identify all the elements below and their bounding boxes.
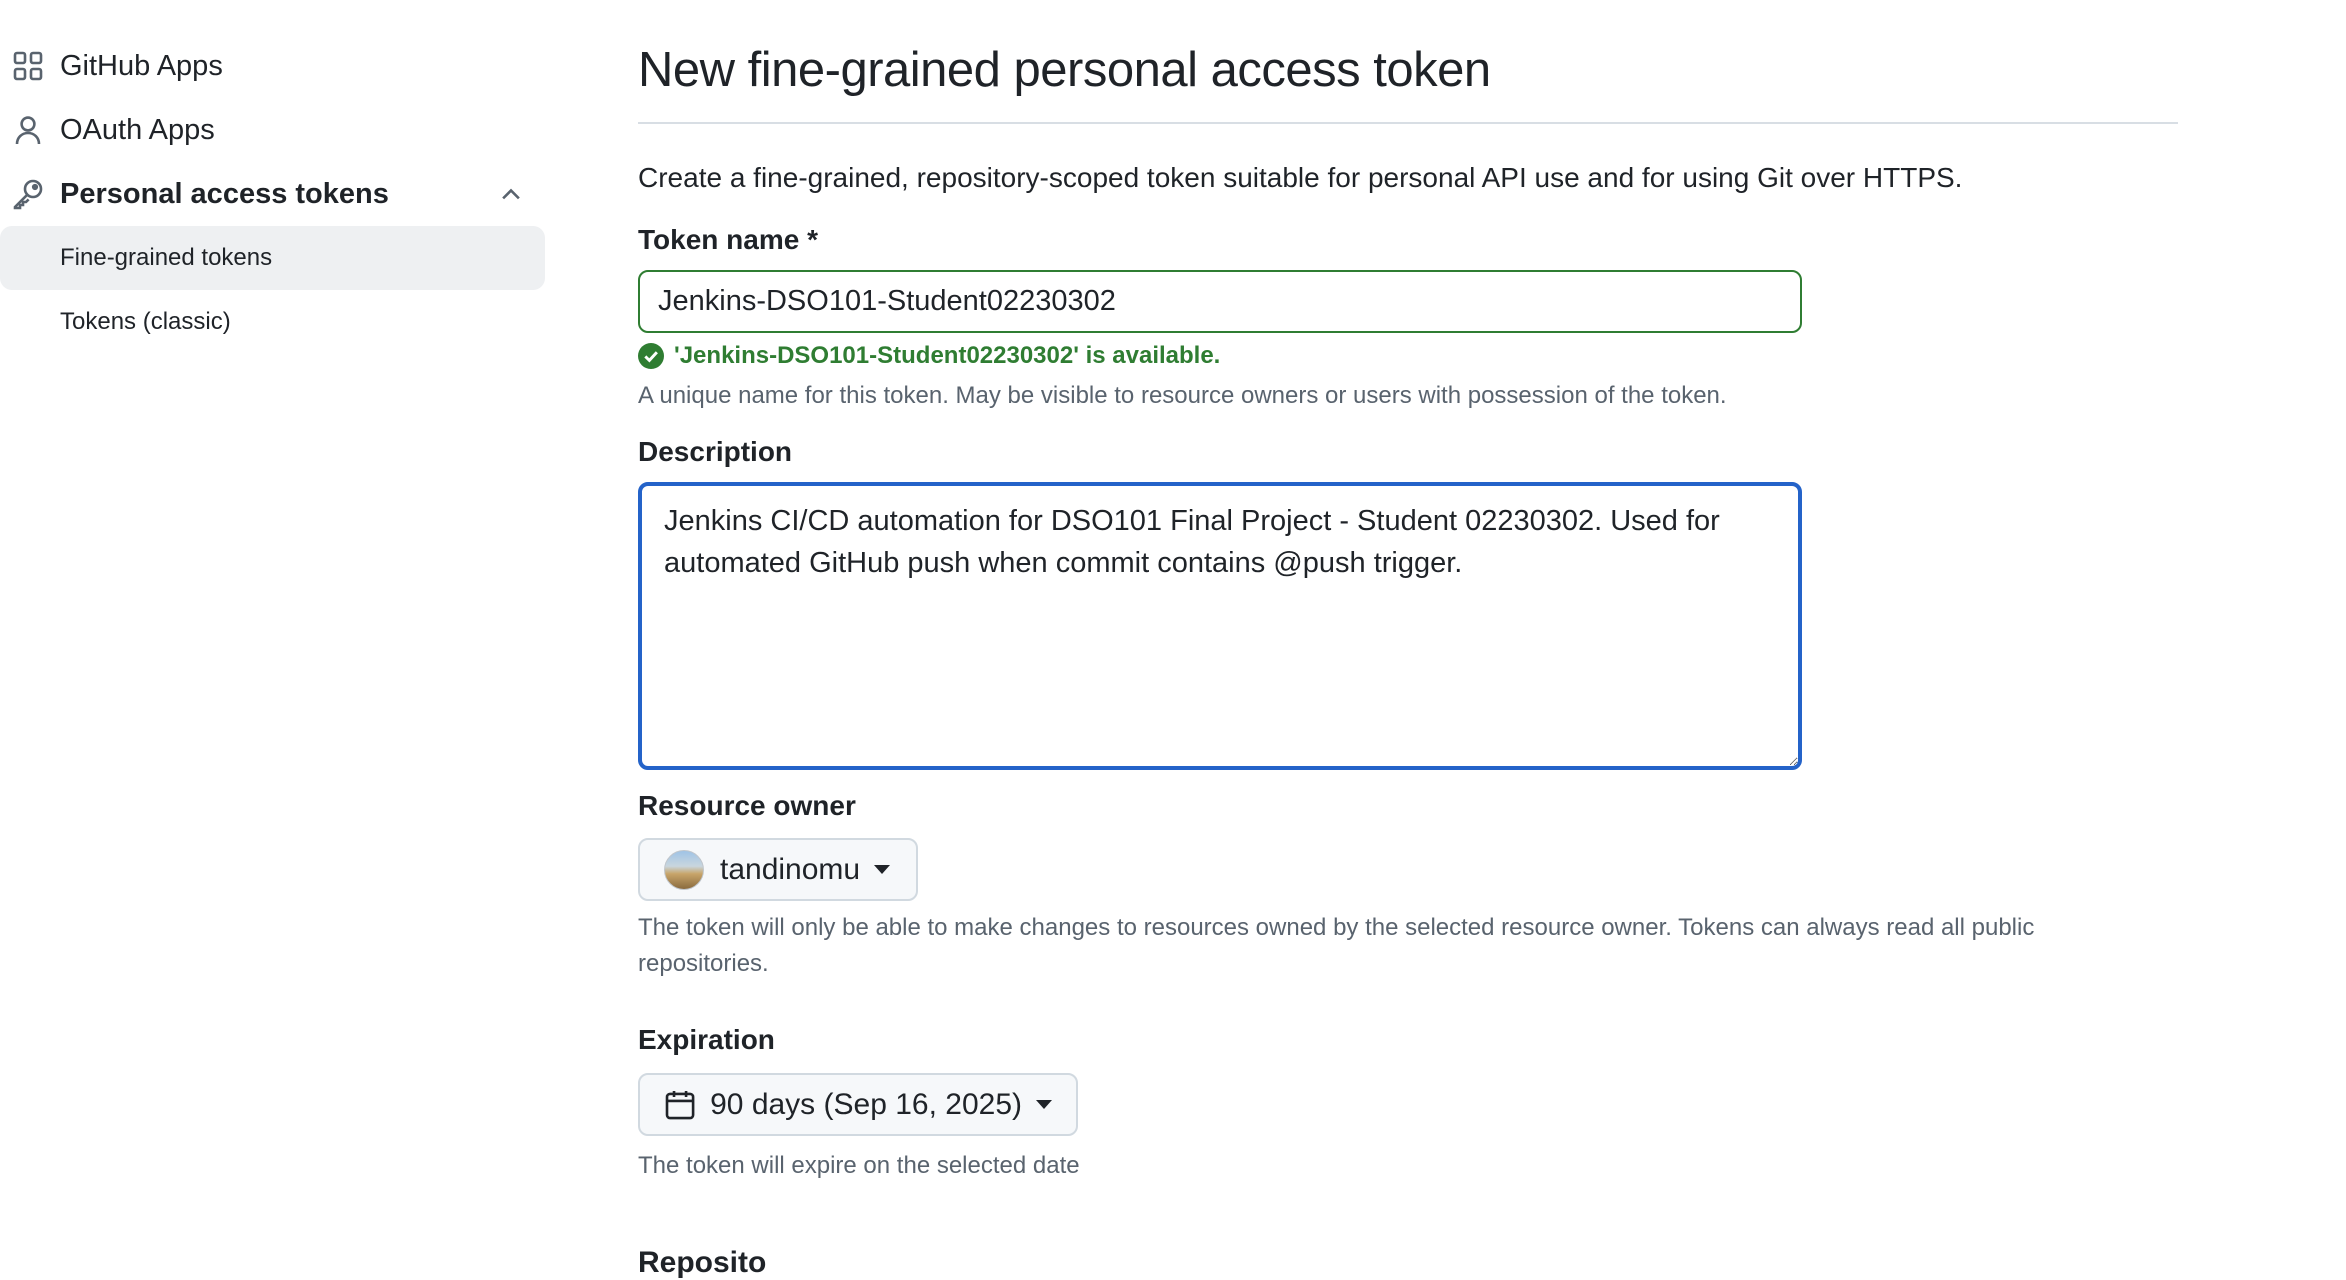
description-label: Description <box>638 436 793 467</box>
person-icon <box>15 116 41 145</box>
calendar-icon <box>665 1090 695 1119</box>
title-divider <box>638 122 2178 124</box>
sidebar-item-personal-access-tokens[interactable]: Personal access tokens <box>0 162 545 226</box>
token-name-label: Token name * <box>638 224 818 255</box>
description-textarea[interactable]: Jenkins CI/CD automation for DSO101 Fina… <box>638 482 1802 770</box>
validation-message: 'Jenkins-DSO101-Student02230302' is avai… <box>674 342 1221 369</box>
check-circle-icon <box>638 343 664 369</box>
token-name-validation: 'Jenkins-DSO101-Student02230302' is avai… <box>638 342 1220 370</box>
sidebar-item-label: OAuth Apps <box>60 113 215 146</box>
resource-owner-label: Resource owner <box>638 790 856 821</box>
key-icon <box>13 179 43 210</box>
sidebar-item-github-apps[interactable]: GitHub Apps <box>0 34 545 98</box>
expiration-value: 90 days (Sep 16, 2025) <box>710 1087 1022 1121</box>
page-title: New fine-grained personal access token <box>638 43 1491 97</box>
token-name-input[interactable] <box>638 270 1802 333</box>
caret-down-icon <box>874 865 891 874</box>
resource-owner-select[interactable]: tandinomu <box>638 838 918 901</box>
sidebar-item-oauth-apps[interactable]: OAuth Apps <box>0 98 545 162</box>
sidebar-subitem-fine-grained-tokens[interactable]: Fine-grained tokens <box>0 226 545 290</box>
repository-access-heading: Reposito <box>638 1246 767 1279</box>
expiration-select[interactable]: 90 days (Sep 16, 2025) <box>638 1073 1078 1136</box>
sidebar-subitem-tokens-classic[interactable]: Tokens (classic) <box>0 290 545 354</box>
chevron-up-icon[interactable] <box>497 180 525 208</box>
sidebar-item-label: Personal access tokens <box>60 177 389 210</box>
resource-owner-hint: The token will only be able to make chan… <box>638 914 2035 977</box>
caret-down-icon <box>1036 1100 1052 1109</box>
expiration-label: Expiration <box>638 1024 775 1055</box>
sidebar-subitem-label: Fine-grained tokens <box>60 244 273 271</box>
resource-owner-value: tandinomu <box>720 852 861 886</box>
sidebar-subitem-label: Tokens (classic) <box>60 308 231 335</box>
avatar <box>664 849 704 890</box>
token-name-hint: A unique name for this token. May be vis… <box>638 382 1727 409</box>
expiration-hint: The token will expire on the selected da… <box>638 1152 1080 1179</box>
sidebar-item-label: GitHub Apps <box>60 49 223 82</box>
apps-grid-icon <box>13 51 43 81</box>
intro-text: Create a fine-grained, repository-scoped… <box>638 162 1963 193</box>
